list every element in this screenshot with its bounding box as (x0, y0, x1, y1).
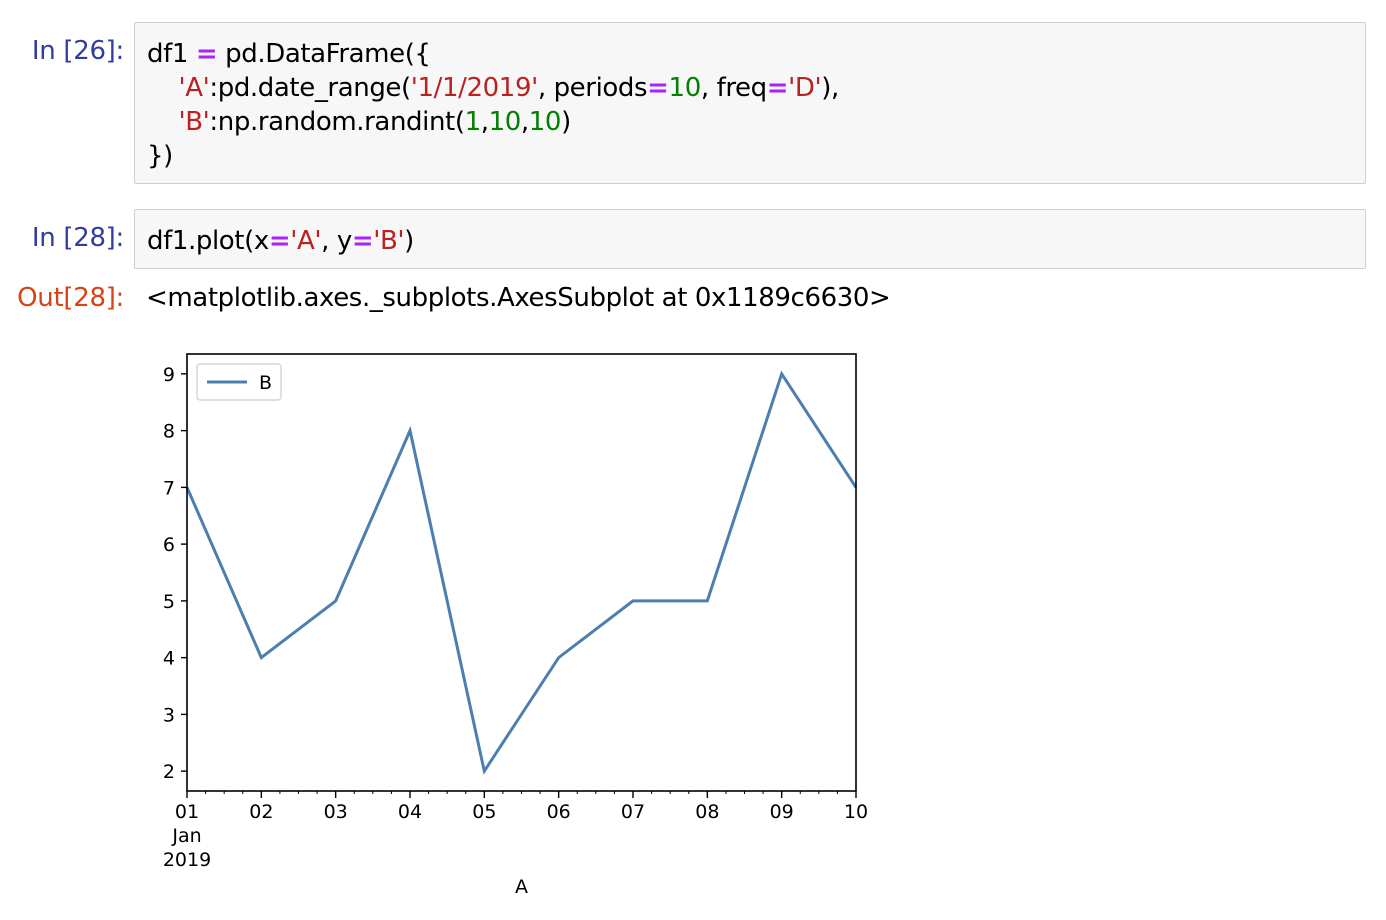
legend-label-b: B (259, 372, 272, 394)
code-token: , y (321, 226, 352, 256)
code-token: ) (404, 226, 414, 256)
x-tick-label: 09 (770, 801, 794, 823)
series-line-b (185, 370, 858, 775)
x-tick-label: 06 (547, 801, 571, 823)
code-token: 10 (528, 107, 562, 137)
x-tick-sublabel: 2019 (163, 849, 211, 871)
y-tick-label: 3 (163, 704, 175, 726)
code-token: = (195, 39, 218, 69)
code-line: df1 = pd.DataFrame({ (147, 37, 1353, 71)
code-token: = (766, 73, 789, 103)
code-token: ), (821, 73, 839, 103)
code-line: 'A':pd.date_range('1/1/2019', periods=10… (147, 71, 1353, 105)
y-tick-label: 5 (163, 591, 175, 613)
y-tick-label: 7 (163, 477, 175, 499)
cell-2-code-editor[interactable]: df1.plot(x='A', y='B') (134, 209, 1366, 269)
code-token: , (480, 107, 489, 137)
x-tick-label: 01 (175, 801, 199, 823)
cell-2-code: df1.plot(x='A', y='B') (135, 210, 1365, 270)
code-token: 10 (668, 73, 702, 103)
x-tick-sublabel: Jan (171, 825, 201, 847)
code-token: pd.DataFrame({ (217, 39, 431, 69)
x-tick-label: 10 (844, 801, 868, 823)
code-token: , periods (537, 73, 648, 103)
code-token: 'D' (788, 73, 822, 103)
code-token: :pd.date_range( (209, 73, 411, 103)
y-tick-label: 4 (163, 648, 175, 670)
code-token: , (520, 107, 529, 137)
line-chart: 2 3 4 5 6 7 8 9 01 02 03 04 05 06 07 08 09 10 Jan2019 A B (163, 353, 868, 898)
code-token: 10 (488, 107, 522, 137)
code-token: 'A' (290, 226, 322, 256)
code-token: = (647, 73, 669, 103)
cell-2-output-text: <matplotlib.axes._subplots.AxesSubplot a… (146, 283, 891, 313)
cell-1-code: df1 = pd.DataFrame({ 'A':pd.date_range('… (135, 23, 1365, 185)
plot-frame (186, 353, 857, 792)
y-tick-label: 9 (163, 364, 175, 386)
code-token: = (268, 226, 291, 256)
code-line: df1.plot(x='A', y='B') (147, 224, 1353, 258)
y-tick-label: 8 (163, 421, 175, 443)
code-token: }) (147, 141, 173, 171)
cell-2-output-prompt: Out[28]: (17, 283, 124, 313)
x-tick-label: 04 (398, 801, 422, 823)
cell-1-code-editor[interactable]: df1 = pd.DataFrame({ 'A':pd.date_range('… (134, 22, 1366, 184)
x-tick-label: 07 (621, 801, 645, 823)
x-tick-label: 05 (472, 801, 496, 823)
code-line: 'B':np.random.randint(1,10,10) (147, 105, 1353, 139)
y-tick-label: 6 (163, 534, 175, 556)
code-token: 'A' (178, 73, 210, 103)
code-token: 'B' (178, 107, 210, 137)
x-tick-label: 08 (695, 801, 719, 823)
code-token: , freq (700, 73, 767, 103)
x-tick-label: 02 (249, 801, 273, 823)
code-token: df1.plot(x (147, 226, 269, 256)
code-token: '1/1/2019' (410, 73, 538, 103)
code-token: df1 (147, 39, 196, 69)
y-tick-label: 2 (163, 761, 175, 783)
code-token: 'B' (373, 226, 405, 256)
code-line: }) (147, 139, 1353, 173)
code-token: = (351, 226, 374, 256)
x-tick-label: 03 (324, 801, 348, 823)
code-token: 1 (464, 107, 482, 137)
cell-1-prompt: In [26]: (31, 36, 124, 66)
code-token: :np.random.randint( (209, 107, 465, 137)
code-token: ) (561, 107, 571, 137)
x-axis-label: A (515, 876, 528, 898)
cell-2-prompt: In [28]: (31, 223, 124, 253)
